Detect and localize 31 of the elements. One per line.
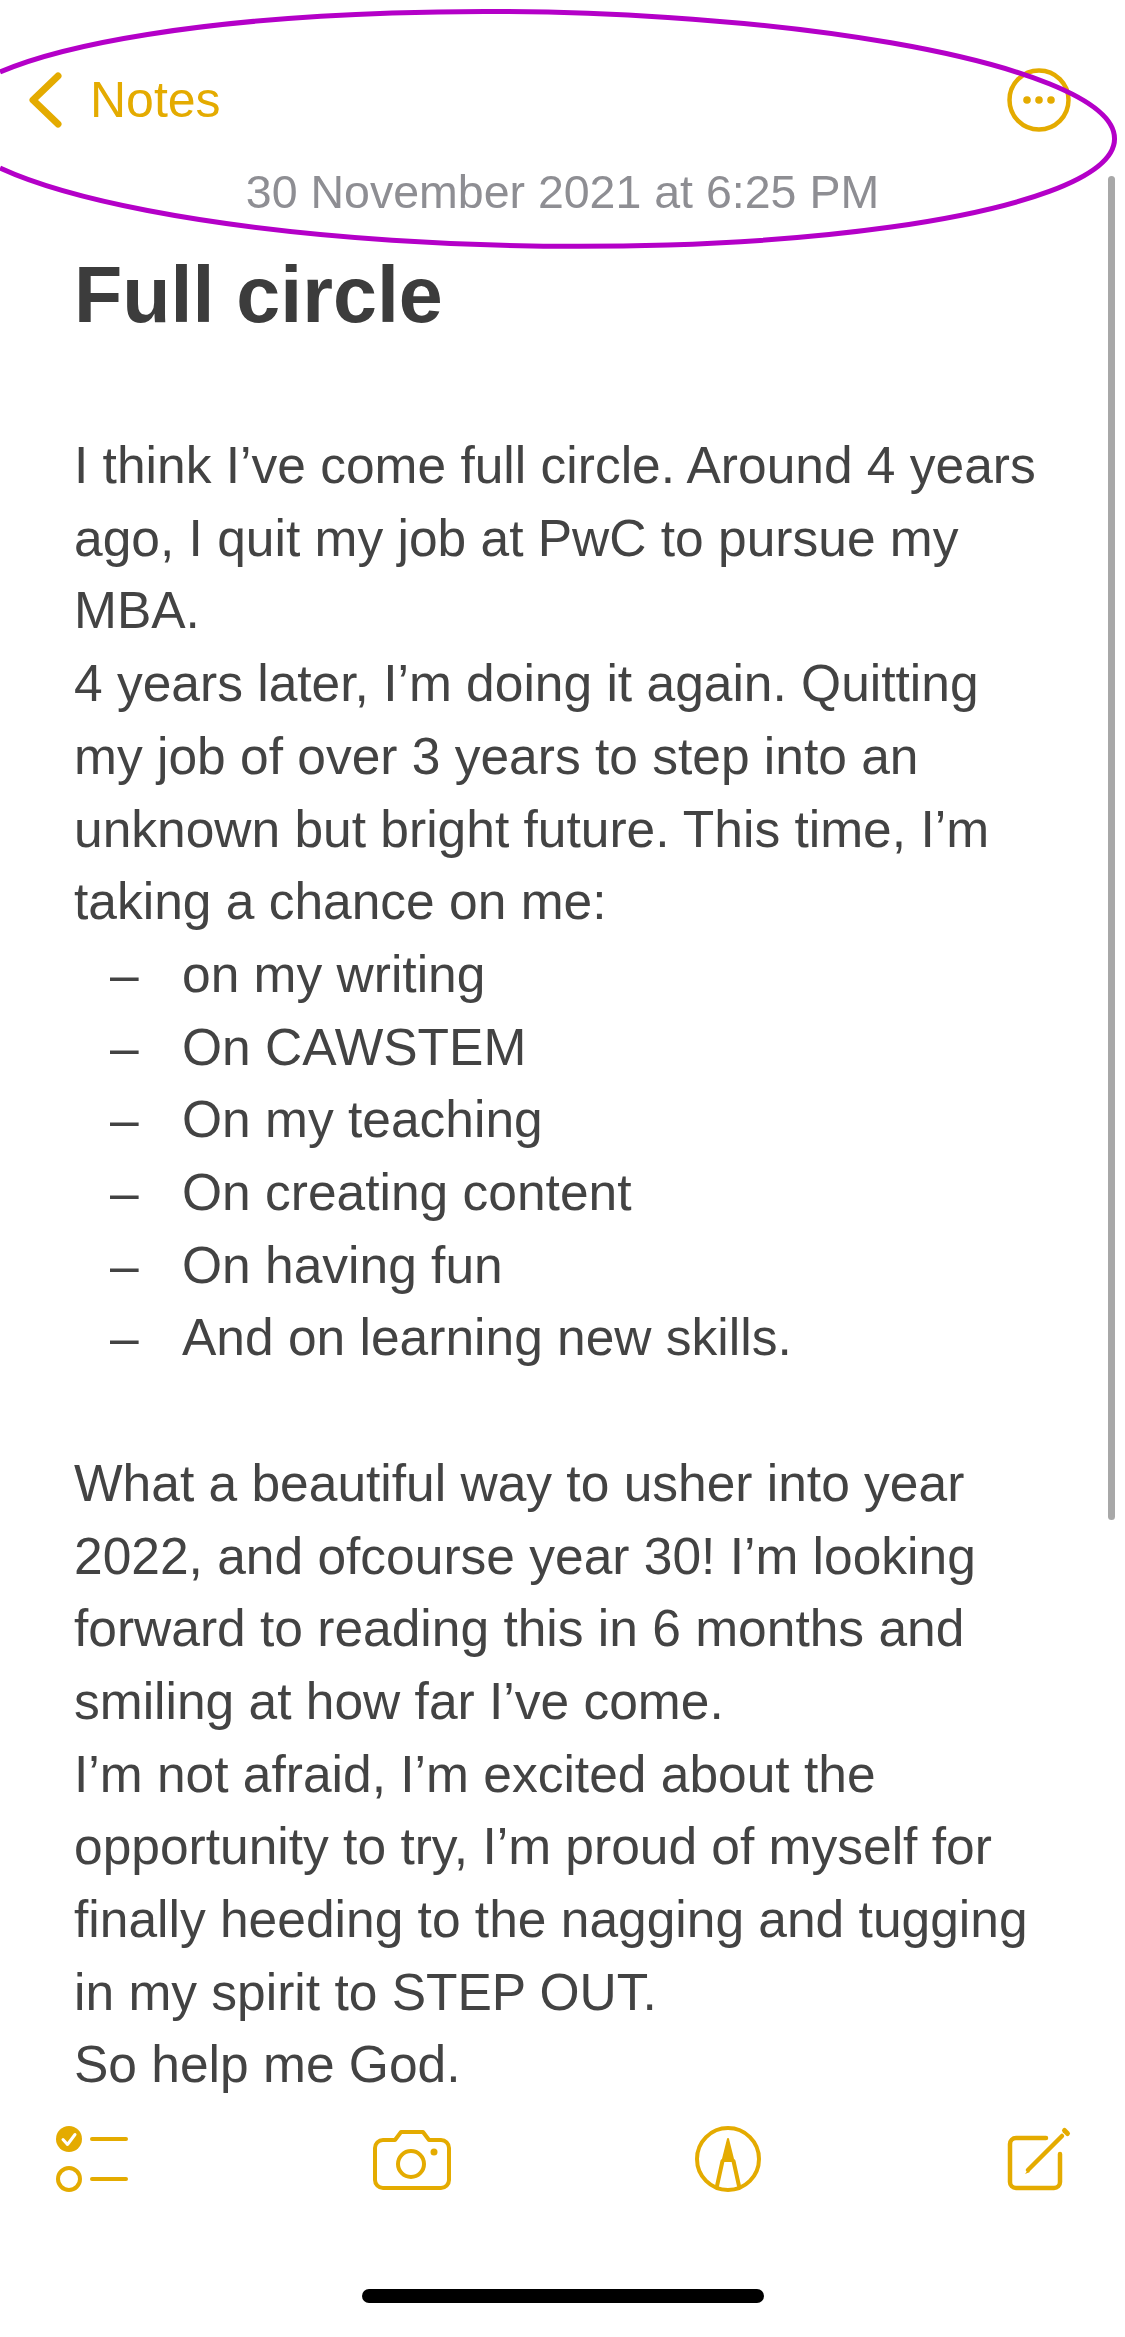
list-item: And on learning new skills. <box>182 1307 792 1369</box>
pencil-square-icon <box>1005 2126 1072 2193</box>
list-item: On CAWSTEM <box>182 1016 527 1078</box>
note-paragraph: I’m not afraid, I’m excited about the opportunity to try, I’m proud of myself for finally heeding to the nagging and tugging in my spirit to STEP OUT. <box>74 1743 1029 2023</box>
list-dash: – <box>110 1016 140 1078</box>
list-dash: – <box>110 1307 140 1369</box>
note-paragraph: So help me God. <box>74 2034 462 2096</box>
chevron-left-icon <box>27 72 63 128</box>
list-dash: – <box>110 1162 140 1224</box>
list-item: On my teaching <box>182 1089 543 1151</box>
list-item: On having fun <box>182 1234 503 1296</box>
more-button[interactable] <box>1007 68 1071 132</box>
checklist-button[interactable] <box>56 2126 128 2193</box>
ellipsis-circle-icon <box>1007 68 1071 132</box>
list-dash: – <box>110 1234 140 1296</box>
note-title: Full circle <box>74 249 443 341</box>
list-dash: – <box>110 943 140 1005</box>
note-paragraph: What a beautiful way to usher into year 2022, and ofcourse year 30! I’m looking forward to reading this in 6 months and smiling at how far I’ve come. <box>74 1452 977 1732</box>
camera-icon <box>372 2128 451 2191</box>
note-paragraph: 4 years later, I’m doing it again. Quitting my job of over 3 years to step into an unknown but bright future. This time, I’m taking a chance on me: <box>74 653 991 933</box>
list-item: On creating content <box>182 1162 632 1224</box>
list-item: on my writing <box>182 943 486 1005</box>
compose-button[interactable] <box>1005 2126 1072 2193</box>
back-button[interactable]: Notes <box>27 70 221 130</box>
pen-tip-circle-icon <box>695 2126 762 2193</box>
markup-button[interactable] <box>695 2126 762 2193</box>
list-dash: – <box>110 1089 140 1151</box>
checklist-icon <box>56 2126 128 2193</box>
note-paragraph: I think I’ve come full circle. Around 4 years ago, I quit my job at PwC to pursue my MBA. <box>74 435 1037 642</box>
note-date: 30 November 2021 at 6:25 PM <box>245 165 880 220</box>
camera-button[interactable] <box>372 2128 451 2191</box>
